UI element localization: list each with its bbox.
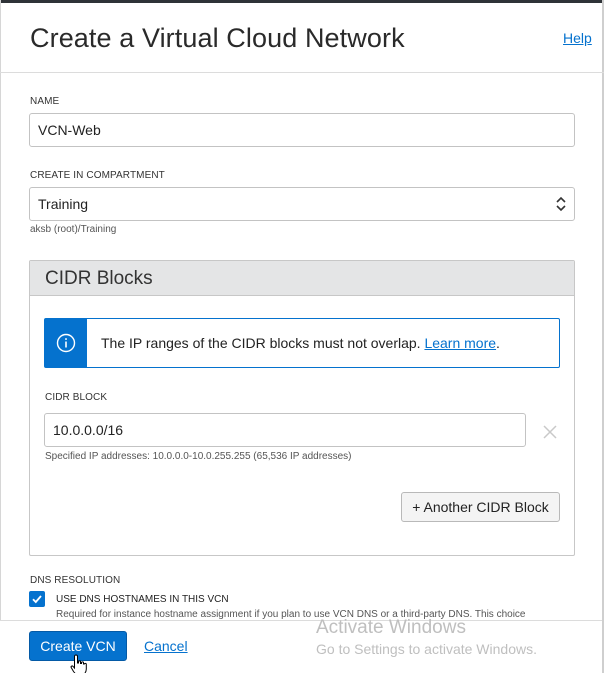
cidr-blocks-title: CIDR Blocks [45,268,153,289]
name-label: NAME [30,96,60,107]
learn-more-link[interactable]: Learn more [424,335,496,351]
compartment-path-hint: aksb (root)/Training [30,224,117,235]
window-left-edge [0,0,1,673]
compartment-value: Training [38,196,89,212]
name-input[interactable] [29,113,575,147]
select-arrows-icon [556,196,566,212]
activate-windows-title: Activate Windows [316,617,466,638]
info-icon [56,333,76,353]
cancel-link[interactable]: Cancel [144,638,188,654]
info-suffix: . [496,335,500,351]
dns-hostnames-checkbox[interactable] [29,591,45,607]
overlap-info-box: The IP ranges of the CIDR blocks must no… [44,318,560,368]
dns-hostnames-label: USE DNS HOSTNAMES IN THIS VCN [56,594,229,605]
cidr-block-input[interactable] [44,413,526,447]
add-cidr-block-button[interactable]: + Another CIDR Block [401,492,560,522]
activate-windows-subtitle: Go to Settings to activate Windows. [316,641,537,657]
dialog-header: Create a Virtual Cloud Network Help [0,3,604,73]
compartment-label: CREATE IN COMPARTMENT [30,170,165,181]
cidr-block-hint: Specified IP addresses: 10.0.0.0-10.0.25… [45,451,352,462]
cidr-block-label: CIDR BLOCK [45,392,108,403]
overlap-info-text: The IP ranges of the CIDR blocks must no… [101,335,500,351]
compartment-select[interactable]: Training [29,187,575,221]
help-link[interactable]: Help [563,30,592,46]
hand-cursor-icon [70,654,87,673]
info-icon-container [45,319,87,367]
cidr-blocks-header: CIDR Blocks [30,261,574,296]
page-title: Create a Virtual Cloud Network [30,23,405,53]
close-icon[interactable] [542,424,558,440]
cidr-blocks-panel: CIDR Blocks The IP ranges of the CIDR bl… [29,260,575,556]
dns-resolution-label: DNS RESOLUTION [30,575,121,586]
checkmark-icon [32,595,42,604]
info-message: The IP ranges of the CIDR blocks must no… [101,335,421,351]
